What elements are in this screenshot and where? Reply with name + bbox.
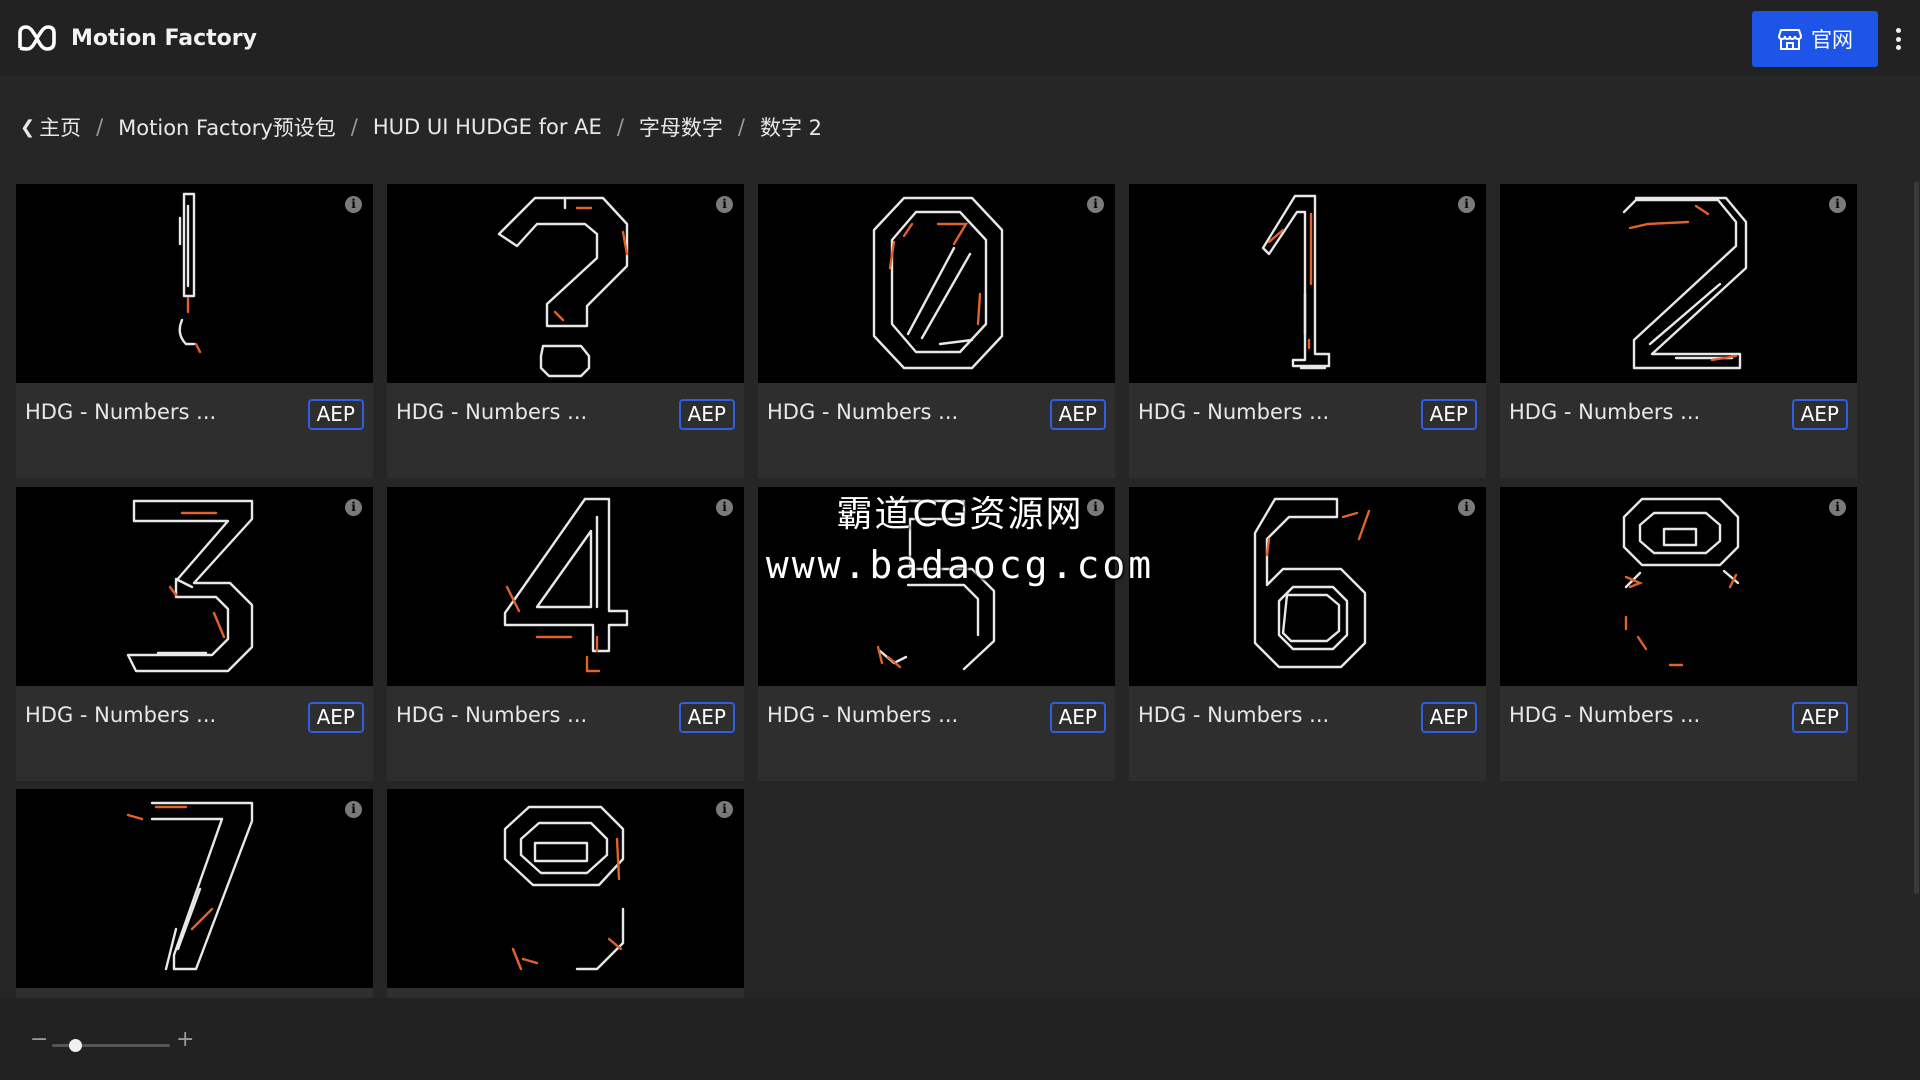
- info-icon[interactable]: i: [1458, 499, 1475, 516]
- glyph-illustration: [872, 196, 1004, 370]
- info-icon[interactable]: i: [345, 196, 362, 213]
- asset-card[interactable]: i HDG - Numbers ... AEP: [758, 487, 1115, 781]
- asset-thumbnail[interactable]: i: [1500, 184, 1857, 383]
- asset-thumbnail[interactable]: i: [16, 789, 373, 988]
- file-type-badge: AEP: [1420, 399, 1477, 430]
- breadcrumb-item-current: 数字 2: [759, 116, 823, 140]
- asset-thumbnail[interactable]: i: [1129, 184, 1486, 383]
- official-site-button[interactable]: 官网: [1752, 11, 1878, 67]
- info-icon[interactable]: i: [1087, 499, 1104, 516]
- glyph-illustration: [503, 805, 625, 971]
- file-type-badge: AEP: [1049, 702, 1106, 733]
- asset-card[interactable]: i HDG - Numbers ... AEP: [1500, 487, 1857, 781]
- info-icon[interactable]: i: [1087, 196, 1104, 213]
- asset-title: HDG - Numbers ...: [1138, 400, 1330, 424]
- zoom-out-button[interactable]: −: [30, 1029, 48, 1051]
- glyph-illustration: [1622, 196, 1748, 370]
- asset-title: HDG - Numbers ...: [767, 703, 959, 727]
- glyph-illustration: [497, 196, 629, 378]
- file-type-badge: AEP: [678, 702, 735, 733]
- official-site-label: 官网: [1811, 28, 1853, 52]
- asset-card[interactable]: i HDG - Numbers ... AEP: [387, 184, 744, 478]
- file-type-badge: AEP: [1791, 399, 1848, 430]
- asset-title: HDG - Numbers ...: [1509, 703, 1701, 727]
- asset-card[interactable]: i HDG - Numbers ... AEP: [1129, 487, 1486, 781]
- asset-title: HDG - Numbers ...: [767, 400, 959, 424]
- asset-card[interactable]: i HDG - Numbers ... AEP: [387, 487, 744, 781]
- breadcrumb-item-preset-pack[interactable]: Motion Factory预设包: [118, 112, 336, 142]
- file-type-badge: AEP: [1420, 702, 1477, 733]
- info-icon[interactable]: i: [1829, 499, 1846, 516]
- file-type-badge: AEP: [307, 399, 364, 430]
- breadcrumb-separator: /: [737, 115, 745, 139]
- info-icon[interactable]: i: [716, 801, 733, 818]
- storefront-icon: [1777, 29, 1803, 50]
- asset-card[interactable]: i: [16, 789, 373, 998]
- breadcrumb-item-hud-ui[interactable]: HUD UI HUDGE for AE: [373, 115, 602, 139]
- glyph-illustration: [1253, 497, 1371, 669]
- motion-factory-logo-icon[interactable]: [17, 23, 57, 53]
- info-icon[interactable]: i: [1829, 196, 1846, 213]
- asset-grid: i HDG - Numbers ... AEP i HDG - Numbers ... A…: [16, 184, 1872, 998]
- asset-thumbnail[interactable]: i: [387, 487, 744, 686]
- asset-thumbnail[interactable]: i: [16, 184, 373, 383]
- glyph-illustration: [126, 499, 254, 673]
- glyph-illustration: [503, 497, 629, 673]
- glyph-illustration: [1261, 194, 1331, 370]
- file-type-badge: AEP: [678, 399, 735, 430]
- glyph-illustration: [178, 192, 202, 354]
- asset-card[interactable]: i: [387, 789, 744, 998]
- asset-card[interactable]: i HDG - Numbers ... AEP: [16, 184, 373, 478]
- breadcrumb: ❮ 主页 / Motion Factory预设包 / HUD UI HUDGE …: [20, 112, 822, 142]
- asset-title: HDG - Numbers ...: [25, 400, 217, 424]
- breadcrumb-separator: /: [350, 115, 358, 139]
- breadcrumb-separator: /: [616, 115, 624, 139]
- kebab-menu-icon[interactable]: [1890, 24, 1906, 54]
- asset-title: HDG - Numbers ...: [1509, 400, 1701, 424]
- asset-card[interactable]: i HDG - Numbers ... AEP: [16, 487, 373, 781]
- glyph-illustration: [126, 801, 254, 971]
- info-icon[interactable]: i: [716, 499, 733, 516]
- file-type-badge: AEP: [307, 702, 364, 733]
- asset-thumbnail[interactable]: i: [1129, 487, 1486, 686]
- file-type-badge: AEP: [1049, 399, 1106, 430]
- top-bar: Motion Factory 官网: [0, 0, 1920, 76]
- app-title: Motion Factory: [71, 26, 257, 51]
- info-icon[interactable]: i: [1458, 196, 1475, 213]
- asset-thumbnail[interactable]: i: [387, 789, 744, 988]
- info-icon[interactable]: i: [345, 499, 362, 516]
- breadcrumb-separator: /: [96, 115, 104, 139]
- asset-thumbnail[interactable]: i: [758, 487, 1115, 686]
- info-icon[interactable]: i: [716, 196, 733, 213]
- breadcrumb-item-home[interactable]: 主页: [39, 112, 81, 142]
- asset-title: HDG - Numbers ...: [1138, 703, 1330, 727]
- vertical-scrollbar[interactable]: [1914, 182, 1919, 894]
- asset-title: HDG - Numbers ...: [396, 400, 588, 424]
- footer-bar: [0, 998, 1920, 1080]
- asset-card[interactable]: i HDG - Numbers ... AEP: [1500, 184, 1857, 478]
- asset-thumbnail[interactable]: i: [1500, 487, 1857, 686]
- info-icon[interactable]: i: [345, 801, 362, 818]
- asset-title: HDG - Numbers ...: [396, 703, 588, 727]
- zoom-in-button[interactable]: +: [176, 1029, 194, 1051]
- breadcrumb-item-alphanumeric[interactable]: 字母数字: [639, 112, 723, 142]
- file-type-badge: AEP: [1791, 702, 1848, 733]
- asset-thumbnail[interactable]: i: [758, 184, 1115, 383]
- chevron-left-icon[interactable]: ❮: [20, 117, 35, 138]
- glyph-illustration: [1622, 497, 1740, 667]
- asset-thumbnail[interactable]: i: [16, 487, 373, 686]
- zoom-slider-thumb[interactable]: [69, 1039, 83, 1052]
- asset-title: HDG - Numbers ...: [25, 703, 217, 727]
- asset-card[interactable]: i HDG - Numbers ... AEP: [758, 184, 1115, 478]
- asset-thumbnail[interactable]: i: [387, 184, 744, 383]
- glyph-illustration: [876, 499, 996, 671]
- asset-card[interactable]: i HDG - Numbers ... AEP: [1129, 184, 1486, 478]
